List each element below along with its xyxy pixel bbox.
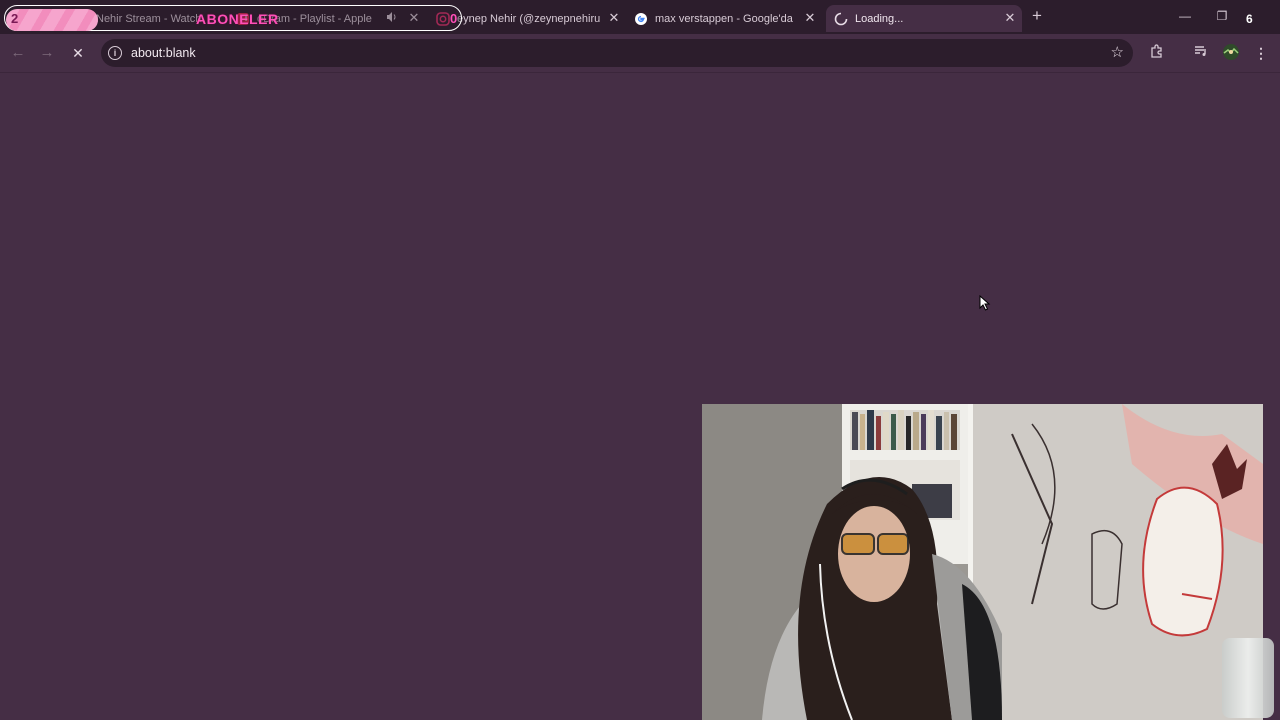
webcam-feed xyxy=(702,404,1263,720)
tab-instagram-profile[interactable]: eynep Nehir (@zeynepnehiru ✕ xyxy=(436,5,626,32)
mouse-cursor-icon xyxy=(979,295,991,311)
tab-title: eynep Nehir (@zeynepnehiru xyxy=(457,12,601,25)
tab-loading-active[interactable]: Loading... ✕ xyxy=(826,5,1022,32)
overlay-label: ABONELER xyxy=(196,11,279,27)
minimize-icon[interactable]: — xyxy=(1176,9,1194,25)
stop-loading-icon[interactable]: ✕ xyxy=(68,43,88,63)
tab-strip: Nehir Stream - Watch oDram - Playlist - … xyxy=(0,0,1280,34)
extensions-icon[interactable] xyxy=(1147,43,1167,63)
corner-number: 6 xyxy=(1246,12,1253,26)
bookmark-star-icon[interactable]: ☆ xyxy=(1111,43,1124,61)
overlay-left-number: 2 xyxy=(11,11,19,26)
close-tab-icon[interactable]: ✕ xyxy=(1002,10,1018,26)
media-control-icon[interactable] xyxy=(1191,43,1211,63)
profile-avatar-icon[interactable] xyxy=(1221,43,1241,63)
info-icon[interactable]: i xyxy=(108,46,122,60)
tab-title: Loading... xyxy=(855,12,904,25)
new-tab-button[interactable]: + xyxy=(1028,6,1046,25)
browser-toolbar: ← → ✕ i about:blank ☆ ⋮ xyxy=(0,34,1280,73)
back-arrow-icon[interactable]: ← xyxy=(8,43,28,63)
menu-kebab-icon[interactable]: ⋮ xyxy=(1251,43,1271,63)
close-tab-icon[interactable]: ✕ xyxy=(802,10,818,26)
close-tab-icon[interactable]: ✕ xyxy=(606,10,622,26)
tab-title: max verstappen - Google'da Ar xyxy=(655,12,795,25)
forward-arrow-icon[interactable]: → xyxy=(37,43,57,63)
url-text[interactable]: about:blank xyxy=(131,46,196,60)
cup-overlay xyxy=(1222,638,1274,718)
overlay-right-number: 0 xyxy=(450,11,458,26)
overlay-progress-pill xyxy=(6,9,98,31)
google-icon xyxy=(634,12,648,26)
address-bar[interactable]: i about:blank ☆ xyxy=(101,39,1133,67)
loading-spinner-icon xyxy=(834,12,848,26)
tab-google-search[interactable]: max verstappen - Google'da Ar ✕ xyxy=(634,5,822,32)
restore-icon[interactable]: ❐ xyxy=(1213,9,1231,25)
